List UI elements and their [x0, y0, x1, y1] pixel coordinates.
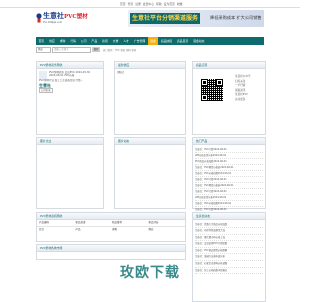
supply-panel: 最新供应 [供应] [114, 61, 186, 135]
qr-caption-line: 生意社公众号 [235, 75, 251, 78]
trade-cell[interactable]: 产品 [76, 227, 113, 233]
news-line[interactable]: PVC塑材行业 加工工艺动态信息 行情... [39, 79, 101, 82]
nav-item[interactable]: 求购 [57, 39, 68, 43]
banner-headline: 生意社平台分销渠道服务 [130, 13, 201, 24]
news-item[interactable]: 生意社 [39, 82, 101, 88]
dynamics-item[interactable]: 生意社：铁路大宗商品价格涨跌 [195, 222, 263, 229]
logo-pvc: PVC塑材 [64, 14, 88, 20]
nav-item[interactable]: 文章 [110, 39, 121, 43]
panel-title: 生意社动态 [193, 213, 265, 220]
logo-text: 生意社PVC塑材 Pvc.100ppi.com [43, 12, 88, 24]
search-type-select[interactable]: 供应 [36, 46, 51, 53]
header: 生意社PVC塑材 Pvc.100ppi.com 生意社平台分销渠道服务 降低采购… [36, 8, 264, 28]
site-logo[interactable]: 生意社PVC塑材 Pvc.100ppi.com [36, 10, 100, 26]
news-logo: 生意社 [39, 82, 51, 88]
top-link[interactable]: 会员中心 [143, 2, 154, 6]
news-tag[interactable]: 公司名录 [39, 87, 53, 94]
top-link[interactable]: 设为首页 [164, 2, 175, 6]
nav-item[interactable]: 行情 [68, 39, 79, 43]
news-item[interactable]: PVC塑材商务 会员PVC 2024-05-30 2024-06-01 PVC价… [39, 70, 101, 79]
dynamics-item[interactable]: 生意社：PVC商品期货价格观察 [195, 248, 263, 255]
search-hint: 热门搜索：PVC 塑胶 塑料 管材 [103, 48, 137, 52]
nav-item[interactable]: 产品 [89, 39, 100, 43]
market-panel: PVC塑材各地市场 [36, 244, 186, 260]
nav-item[interactable]: 商品快报 [158, 39, 174, 43]
qr-caption-line: 关注更多 [235, 97, 246, 101]
logo-name: 生意社 [43, 11, 64, 20]
nav-item[interactable]: 公司 [78, 39, 89, 43]
top-link[interactable]: 收藏 [177, 2, 183, 6]
trade-cell[interactable]: 求购 [112, 227, 149, 233]
panel-title: PVC塑材商机导航 [37, 213, 185, 220]
trade-cell[interactable]: 综合 [37, 227, 76, 233]
trade-header[interactable]: 新品推荐 [112, 220, 149, 226]
panel-title: 图片动态 [115, 138, 185, 145]
trade-header-row: 产品编码 新品首发 新品推荐 新品评分 [37, 220, 185, 227]
dynamics-item[interactable]: 生意社：布伦特原油期货大涨 [195, 228, 263, 235]
nav-item[interactable]: 商品目录 [175, 39, 191, 43]
panel-title: 商品订阅 [193, 62, 265, 69]
top-links: 首页 登录 注册 会员中心 帮助 设为首页 收藏 [120, 2, 182, 6]
qr-area: 生意社公众号 扫码关注 一手行情 领取资讯 生意社PVC 关注更多 [193, 69, 265, 133]
nav-item[interactable]: 首页 [36, 39, 47, 43]
top-link[interactable]: 首页 [120, 2, 126, 6]
search-button[interactable]: 搜索 [92, 47, 100, 52]
dynamics-item[interactable]: 生意社：会议纪要PVC行情指数 [195, 241, 263, 248]
nav-item[interactable]: 展会动态 [191, 39, 207, 43]
nav-item[interactable]: 新闻 [100, 39, 111, 43]
trade-row: 综合 产品 求购 供应 [37, 227, 185, 233]
news-thumb [39, 70, 47, 79]
dynamics-item[interactable]: 生意社：聚乙烯市场价格上涨 [195, 235, 263, 242]
trade-cell[interactable]: 供应 [149, 227, 186, 233]
panel-title: 最新供应 [115, 62, 185, 69]
qr-caption: 生意社公众号 扫码关注 一手行情 领取资讯 生意社PVC 关注更多 [235, 75, 251, 102]
hot-products-panel: 热门产品 生意社：PVC行情2024-06-01 LPE价格走势分析2024-0… [192, 137, 266, 213]
search-input[interactable]: 请输入关键字 [52, 46, 91, 53]
nav-item[interactable]: 广告管理 [131, 39, 147, 43]
supply-item[interactable]: [供应] [117, 71, 183, 74]
ad-banner[interactable]: 生意社平台分销渠道服务 降低采购成本 扩大公司销售 [128, 10, 264, 27]
trade-header[interactable]: 新品评分 [149, 220, 186, 226]
image-news-panel: 图片动态 [114, 137, 186, 209]
panel-title: 图片企业 [37, 138, 103, 145]
shop-panel: 商品订阅 生意社公众号 扫码关注 一手行情 领取资讯 生意社PVC 关注更多 [192, 61, 266, 135]
watermark: 玫欧下载 [120, 265, 180, 281]
news-list: PVC塑材商务 会员PVC 2024-05-30 2024-06-01 PVC价… [37, 69, 103, 95]
top-link[interactable]: 注册 [135, 2, 141, 6]
news-line[interactable]: 2024-06-01 PVC价格 [49, 74, 90, 77]
image-company-panel: 图片企业 [36, 137, 104, 209]
panel-title: PVC塑材商务导航 [37, 62, 103, 69]
trade-panel: PVC塑材商机导航 产品编码 新品首发 新品推荐 新品评分 综合 产品 求购 供… [36, 212, 186, 242]
logo-icon [36, 13, 42, 23]
main-nav: 首页 供应 求购 行情 公司 产品 新闻 文章 人才 广告管理 展会 商品快报 … [36, 37, 264, 45]
trade-header[interactable]: 新品首发 [76, 220, 113, 226]
logo-tagline: Pvc.100ppi.com [43, 21, 63, 24]
dynamics-panel: 生意社动态 生意社：铁路大宗商品价格涨跌 生意社：布伦特原油期货大涨 生意社：聚… [192, 212, 266, 302]
dynamics-item[interactable]: 生意社：氯碱行业基本面分析 [195, 254, 263, 262]
panel-title: PVC塑材各地市场 [37, 245, 185, 252]
top-link[interactable]: 登录 [128, 2, 134, 6]
search-row: 供应 请输入关键字 搜索 热门搜索：PVC 塑胶 塑料 管材 [36, 46, 264, 53]
top-link[interactable]: 帮助 [156, 2, 162, 6]
news-panel: PVC塑材商务导航 PVC塑材商务 会员PVC 2024-05-30 2024-… [36, 61, 104, 135]
nav-item-active[interactable]: 展会 [147, 37, 159, 45]
nav-item[interactable]: 人才 [121, 39, 132, 43]
page: 首页 登录 注册 会员中心 帮助 设为首页 收藏 生意社PVC塑材 Pvc.10… [0, 0, 300, 302]
panel-title: 热门产品 [193, 138, 265, 145]
hot-list: 生意社：PVC行情2024-06-01 LPE价格走势分析2024-06-01 … [193, 145, 265, 214]
top-bar: 首页 登录 注册 会员中心 帮助 设为首页 收藏 [0, 0, 300, 8]
trade-header[interactable]: 产品编码 [37, 220, 76, 226]
nav-item[interactable]: 供应 [47, 39, 58, 43]
qr-code[interactable] [201, 79, 223, 101]
banner-subline: 降低采购成本 扩大公司销售 [210, 15, 262, 20]
